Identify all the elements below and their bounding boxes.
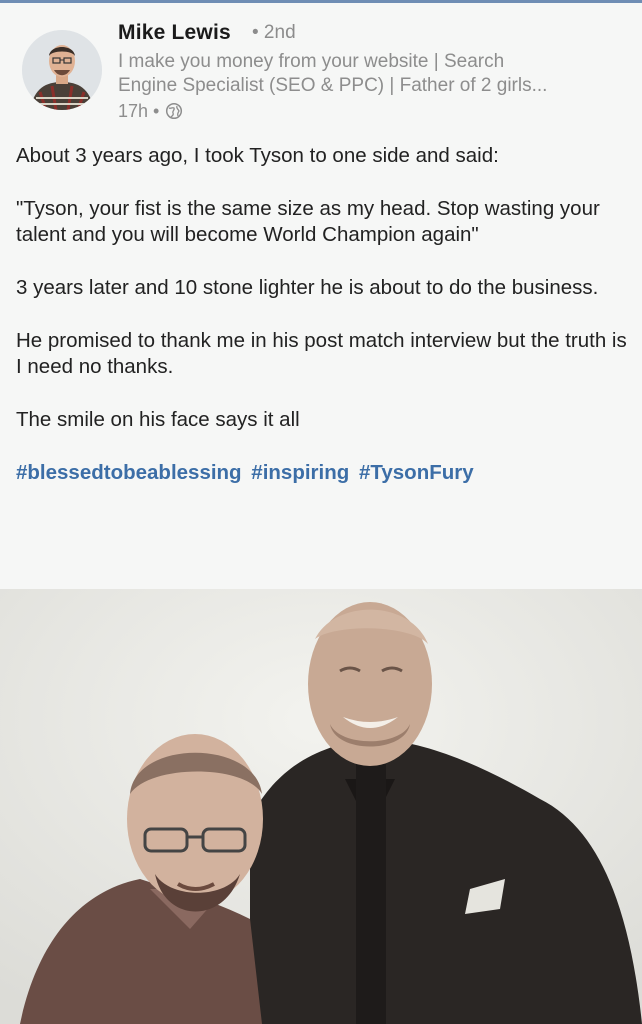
headline-line: I make you money from your website | Sea…: [118, 51, 505, 72]
hashtag-link[interactable]: #blessedtobeablessing: [16, 461, 242, 484]
post-paragraph: "Tyson, your fist is the same size as my…: [16, 197, 600, 246]
post-paragraph: 3 years later and 10 stone lighter he is…: [16, 276, 599, 299]
post-paragraph: The smile on his face says it all: [16, 408, 300, 431]
author-name[interactable]: Mike Lewis: [118, 21, 231, 45]
connection-degree: • 2nd: [252, 22, 296, 43]
globe-icon: [165, 102, 183, 120]
hashtag-link[interactable]: #inspiring: [251, 461, 349, 484]
post-time: 17h •: [118, 100, 160, 121]
post-header: Mike Lewis • 2nd I make you money from y…: [0, 3, 642, 125]
post-meta: 17h •: [118, 99, 183, 123]
post-paragraph: He promised to thank me in his post matc…: [16, 329, 627, 378]
post-photo[interactable]: [0, 589, 642, 1024]
hashtag-list: #blessedtobeablessing #inspiring #TysonF…: [16, 460, 628, 486]
author-headline: I make you money from your website | Sea…: [118, 50, 618, 98]
post-body: About 3 years ago, I took Tyson to one s…: [16, 143, 628, 486]
post-paragraph: About 3 years ago, I took Tyson to one s…: [16, 144, 499, 167]
headline-line: Engine Specialist (SEO & PPC) | Father o…: [118, 75, 548, 96]
hashtag-link[interactable]: #TysonFury: [359, 461, 474, 484]
avatar[interactable]: [22, 30, 102, 110]
